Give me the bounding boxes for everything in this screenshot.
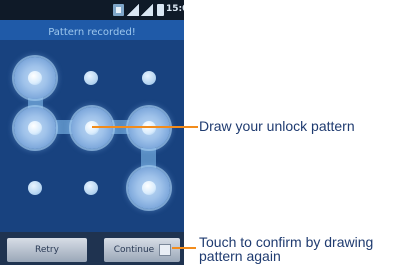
- pattern-node[interactable]: [142, 71, 156, 85]
- status-time: 15:05: [166, 4, 184, 14]
- confirm-icon: [159, 244, 171, 256]
- continue-callout-line2: pattern again: [199, 248, 281, 264]
- continue-callout-line: [172, 247, 196, 249]
- pattern-node[interactable]: [84, 181, 98, 195]
- pattern-callout-text: Draw your unlock pattern: [199, 118, 355, 134]
- pattern-node[interactable]: [14, 107, 56, 149]
- phone-screen: 15:05 Pattern recorded! Retry Continue: [0, 0, 184, 265]
- pattern-node[interactable]: [128, 167, 170, 209]
- continue-callout-text: Touch to confirm by drawing pattern agai…: [199, 235, 373, 263]
- battery-icon: [157, 4, 164, 16]
- signal-icon: [141, 4, 153, 16]
- pattern-node[interactable]: [128, 107, 170, 149]
- pattern-node[interactable]: [84, 71, 98, 85]
- screen-title: Pattern recorded!: [48, 27, 136, 38]
- figure: 15:05 Pattern recorded! Retry Continue: [0, 0, 398, 265]
- continue-callout-line1: Touch to confirm by drawing: [199, 234, 374, 250]
- button-bar: Retry Continue: [0, 232, 184, 265]
- signal-icon: [127, 4, 139, 16]
- status-bar: 15:05: [0, 0, 184, 20]
- usb-icon: [113, 4, 124, 16]
- pattern-node[interactable]: [71, 107, 113, 149]
- pattern-callout-line: [92, 126, 198, 128]
- pattern-node[interactable]: [14, 57, 56, 99]
- pattern-grid[interactable]: [0, 40, 184, 232]
- pattern-node[interactable]: [28, 181, 42, 195]
- retry-button[interactable]: Retry: [7, 238, 87, 262]
